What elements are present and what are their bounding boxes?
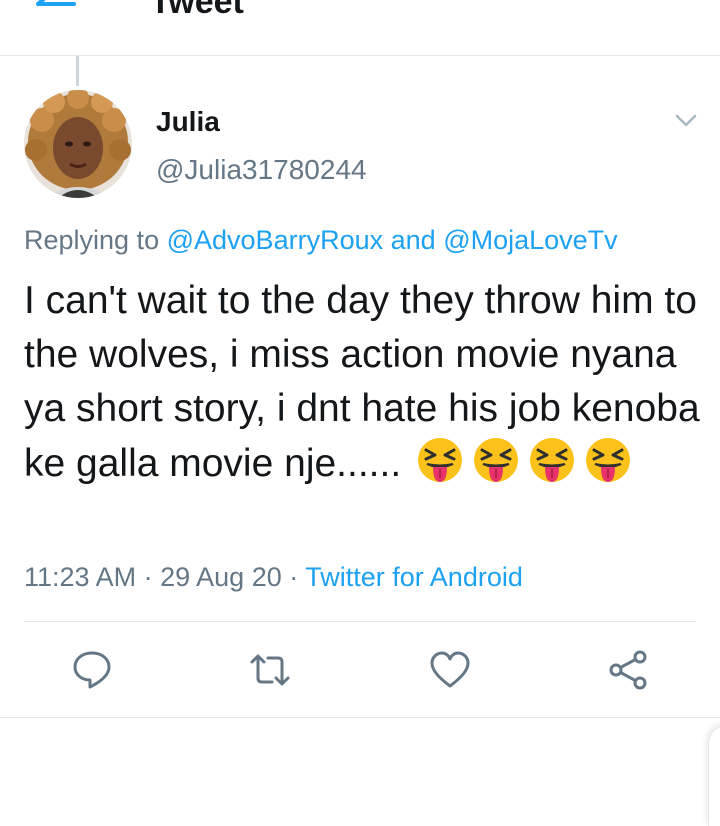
next-item-edge xyxy=(708,725,720,826)
squinting-tongue-emoji-icon xyxy=(474,438,519,482)
like-button[interactable] xyxy=(428,648,472,692)
thread-connector-line xyxy=(76,56,79,86)
retweet-icon xyxy=(250,654,290,686)
tweet-meta: 11:23 AM · 29 Aug 20 · Twitter for Andro… xyxy=(24,562,523,593)
tweet-date: 29 Aug 20 xyxy=(160,562,282,592)
squinting-tongue-emoji-icon xyxy=(530,438,575,482)
replying-to-line: Replying to @AdvoBarryRoux and @MojaLove… xyxy=(24,225,618,256)
author-handle[interactable]: @Julia31780244 xyxy=(156,154,367,186)
share-icon xyxy=(609,650,647,690)
page-title: Tweet xyxy=(150,0,244,21)
replying-prefix: Replying to xyxy=(24,225,160,255)
squinting-tongue-emoji-icon xyxy=(418,438,463,482)
tweet-text: I can't wait to the day they throw him t… xyxy=(24,274,704,491)
avatar[interactable] xyxy=(24,90,132,198)
tweet-time: 11:23 AM xyxy=(24,562,137,592)
share-button[interactable] xyxy=(606,648,650,692)
reply-button[interactable] xyxy=(70,648,114,692)
reply-icon xyxy=(73,651,111,689)
top-bar: Tweet xyxy=(0,0,720,56)
back-arrow-icon[interactable] xyxy=(32,0,76,20)
divider xyxy=(24,621,696,622)
meta-separator: · xyxy=(289,562,299,592)
squinting-tongue-emoji-icon xyxy=(586,438,631,482)
mention-link-advobarryroux[interactable]: @AdvoBarryRoux xyxy=(167,225,384,255)
mention-link-mojalovetv[interactable]: @MojaLoveTv xyxy=(443,225,617,255)
chevron-down-icon[interactable] xyxy=(672,108,700,132)
divider xyxy=(0,717,720,718)
replying-conjunction[interactable]: and xyxy=(391,225,436,255)
tweet-source-link[interactable]: Twitter for Android xyxy=(305,562,523,592)
like-icon xyxy=(430,651,470,688)
author-name[interactable]: Julia xyxy=(156,106,220,138)
meta-separator: · xyxy=(143,562,153,592)
retweet-button[interactable] xyxy=(248,648,292,692)
